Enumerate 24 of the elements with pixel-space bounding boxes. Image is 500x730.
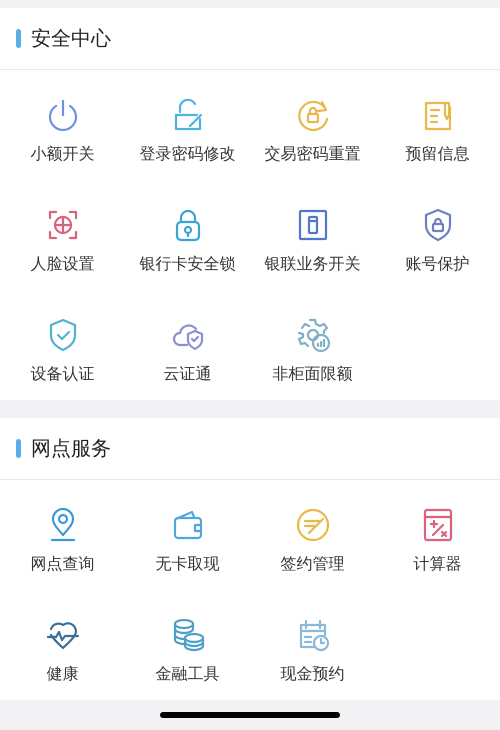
menu-item[interactable]: 计算器 — [375, 480, 500, 590]
menu-item[interactable]: 无卡取现 — [125, 480, 250, 590]
menu-item[interactable]: 银联业务开关 — [250, 180, 375, 290]
menu-item[interactable]: 云证通 — [125, 290, 250, 400]
menu-item[interactable]: 非柜面限额 — [250, 290, 375, 400]
menu-item[interactable]: 金融工具 — [125, 590, 250, 700]
circle-pen-icon — [294, 507, 330, 543]
menu-item[interactable]: 签约管理 — [250, 480, 375, 590]
menu-item[interactable]: 银行卡安全锁 — [125, 180, 250, 290]
menu-item[interactable]: 健康 — [0, 590, 125, 700]
accent-bar — [16, 29, 21, 48]
menu-item[interactable]: 登录密码修改 — [125, 70, 250, 180]
accent-bar — [16, 439, 21, 458]
menu-item[interactable]: 小额开关 — [0, 70, 125, 180]
menu-item[interactable]: 人脸设置 — [0, 180, 125, 290]
menu-item[interactable]: 网点查询 — [0, 480, 125, 590]
section-title: 安全中心 — [31, 25, 111, 52]
menu-item[interactable]: 预留信息 — [375, 70, 500, 180]
menu-item[interactable]: 账号保护 — [375, 180, 500, 290]
menu-item[interactable]: 交易密码重置 — [250, 70, 375, 180]
menu-item[interactable]: 设备认证 — [0, 290, 125, 400]
menu-item[interactable]: 现金预约 — [250, 590, 375, 700]
home-indicator[interactable] — [160, 712, 340, 718]
section-title: 网点服务 — [31, 435, 111, 462]
